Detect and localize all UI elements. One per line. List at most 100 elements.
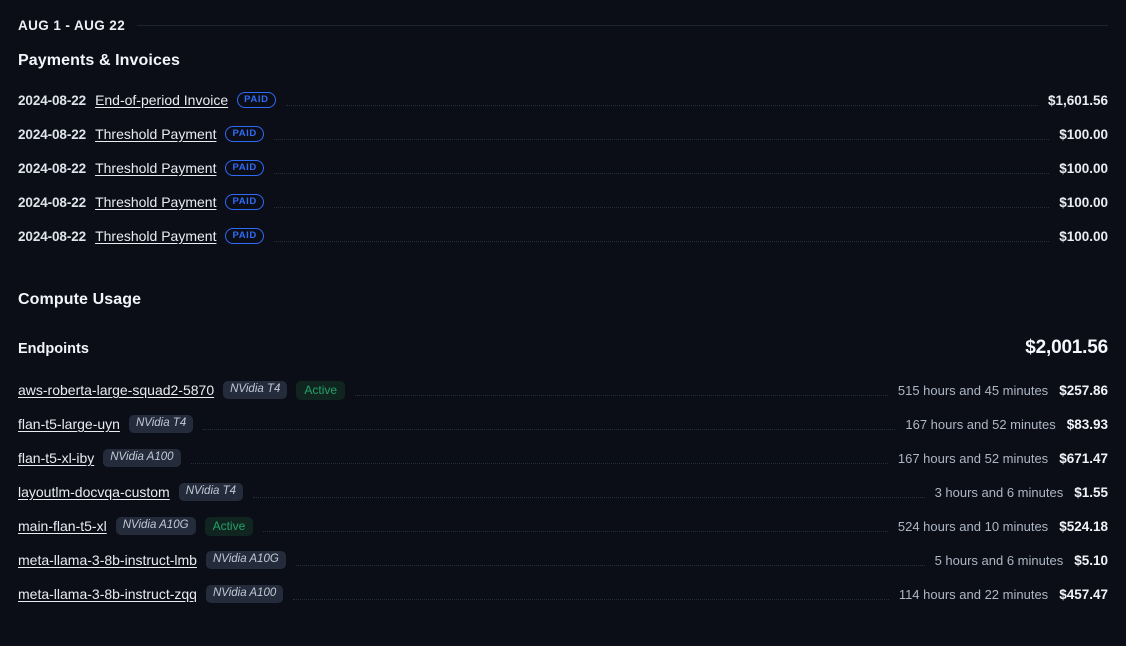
leader-line	[190, 462, 888, 464]
payment-row-left: 2024-08-22 Threshold Payment PAID	[18, 194, 264, 210]
endpoint-row: aws-roberta-large-squad2-5870 NVidia T4 Ac…	[18, 373, 1108, 407]
endpoint-row: layoutlm-docvqa-custom NVidia T4 3 hours a…	[18, 475, 1108, 509]
endpoint-duration: 167 hours and 52 minutes	[897, 450, 1049, 466]
endpoint-row-right: 515 hours and 45 minutes $257.86	[898, 383, 1108, 398]
endpoint-gpu-badge: NVidia T4	[128, 414, 194, 434]
endpoint-row: meta-llama-3-8b-instruct-lmb NVidia A10G 5…	[18, 543, 1108, 577]
payment-status-badge[interactable]: PAID	[225, 228, 264, 244]
endpoint-name-link[interactable]: flan-t5-xl-iby	[18, 450, 94, 466]
payment-row: 2024-08-22 Threshold Payment PAID $100.00	[18, 151, 1108, 185]
compute-usage-section: Compute Usage Endpoints $2,001.56 aws-ro…	[18, 291, 1108, 611]
endpoint-amount: $1.55	[1074, 484, 1108, 500]
endpoint-gpu-badge: NVidia A100	[205, 584, 284, 604]
endpoint-gpu-badge: NVidia A10G	[115, 516, 196, 536]
endpoint-duration: 5 hours and 6 minutes	[934, 552, 1064, 568]
endpoint-amount: $524.18	[1059, 518, 1108, 534]
endpoint-row: flan-t5-large-uyn NVidia T4 167 hours and …	[18, 407, 1108, 441]
endpoint-amount: $257.86	[1059, 382, 1108, 398]
endpoint-amount: $83.93	[1066, 416, 1108, 432]
endpoint-amount: $5.10	[1074, 552, 1108, 568]
endpoints-total-amount: $2,001.56	[1025, 337, 1108, 358]
billing-period-label: AUG 1 - AUG 22	[18, 18, 126, 33]
endpoint-row-right: 167 hours and 52 minutes $671.47	[898, 451, 1108, 466]
endpoint-name-link[interactable]: main-flan-t5-xl	[18, 518, 107, 534]
endpoint-row-left: meta-llama-3-8b-instruct-lmb NVidia A10G	[18, 550, 286, 570]
payments-section-title: Payments & Invoices	[18, 52, 180, 69]
payment-name-link[interactable]: Threshold Payment	[95, 126, 216, 142]
endpoint-name-link[interactable]: flan-t5-large-uyn	[18, 416, 120, 432]
leader-line	[253, 496, 925, 498]
payment-date: 2024-08-22	[18, 194, 87, 210]
payment-amount: $100.00	[1059, 126, 1108, 142]
payment-status-badge[interactable]: PAID	[225, 160, 264, 176]
header-divider	[137, 25, 1108, 26]
payment-row-right: $100.00	[1059, 161, 1108, 176]
endpoint-row-right: 5 hours and 6 minutes $5.10	[935, 553, 1108, 568]
payment-name-link[interactable]: Threshold Payment	[95, 194, 216, 210]
endpoint-row-left: aws-roberta-large-squad2-5870 NVidia T4 Ac…	[18, 380, 346, 400]
leader-line	[273, 206, 1050, 208]
leader-line	[273, 240, 1050, 242]
endpoint-name-link[interactable]: aws-roberta-large-squad2-5870	[18, 382, 214, 398]
endpoint-row-right: 3 hours and 6 minutes $1.55	[935, 485, 1108, 500]
leader-line	[355, 394, 888, 396]
payment-date: 2024-08-22	[18, 228, 87, 244]
endpoint-gpu-badge: NVidia T4	[223, 380, 288, 400]
payment-status-badge[interactable]: PAID	[237, 92, 276, 108]
endpoints-header: Endpoints $2,001.56	[18, 337, 1108, 359]
endpoint-duration: 167 hours and 52 minutes	[905, 416, 1056, 432]
payment-amount: $1,601.56	[1047, 92, 1108, 108]
leader-line	[203, 428, 896, 430]
billing-period-header: AUG 1 - AUG 22	[18, 0, 1108, 33]
payment-status-badge[interactable]: PAID	[225, 194, 264, 210]
payment-date: 2024-08-22	[18, 126, 87, 142]
payment-amount: $100.00	[1059, 194, 1108, 210]
endpoints-list: aws-roberta-large-squad2-5870 NVidia T4 Ac…	[18, 373, 1108, 611]
endpoints-label: Endpoints	[18, 341, 89, 357]
endpoint-gpu-badge: NVidia A100	[103, 448, 181, 468]
payment-name-link[interactable]: Threshold Payment	[95, 228, 216, 244]
payment-row: 2024-08-22 Threshold Payment PAID $100.00	[18, 117, 1108, 151]
endpoint-name-link[interactable]: layoutlm-docvqa-custom	[18, 484, 170, 500]
payment-row: 2024-08-22 Threshold Payment PAID $100.00	[18, 185, 1108, 219]
payment-amount: $100.00	[1059, 228, 1108, 244]
billing-page: AUG 1 - AUG 22 Payments & Invoices 2024-…	[0, 0, 1126, 646]
endpoint-duration: 3 hours and 6 minutes	[934, 484, 1064, 500]
payment-name-link[interactable]: Threshold Payment	[95, 160, 216, 176]
payment-row-right: $100.00	[1059, 229, 1108, 244]
endpoint-duration: 524 hours and 10 minutes	[897, 518, 1049, 534]
endpoint-gpu-badge: NVidia A10G	[205, 550, 286, 570]
payment-row-left: 2024-08-22 Threshold Payment PAID	[18, 228, 264, 244]
endpoint-row: meta-llama-3-8b-instruct-zqq NVidia A100 1…	[18, 577, 1108, 611]
endpoint-gpu-badge: NVidia T4	[178, 482, 244, 502]
endpoint-name-link[interactable]: meta-llama-3-8b-instruct-zqq	[18, 586, 197, 602]
payments-list: 2024-08-22 End-of-period Invoice PAID $1,60…	[18, 83, 1108, 253]
payment-status-badge[interactable]: PAID	[225, 126, 264, 142]
endpoint-row-left: main-flan-t5-xl NVidia A10G Active	[18, 516, 254, 536]
endpoint-status-badge: Active	[204, 516, 254, 536]
payment-date: 2024-08-22	[18, 92, 87, 108]
payment-row-left: 2024-08-22 Threshold Payment PAID	[18, 160, 264, 176]
payment-date: 2024-08-22	[18, 160, 87, 176]
endpoint-row-left: flan-t5-large-uyn NVidia T4	[18, 414, 194, 434]
endpoint-amount: $671.47	[1059, 450, 1108, 466]
payment-row-left: 2024-08-22 Threshold Payment PAID	[18, 126, 264, 142]
endpoint-name-link[interactable]: meta-llama-3-8b-instruct-lmb	[18, 552, 197, 568]
leader-line	[273, 138, 1050, 140]
leader-line	[293, 598, 889, 600]
compute-usage-title: Compute Usage	[18, 291, 142, 308]
endpoint-duration: 515 hours and 45 minutes	[897, 382, 1049, 398]
leader-line	[273, 172, 1050, 174]
endpoint-row-left: layoutlm-docvqa-custom NVidia T4	[18, 482, 244, 502]
payment-row-left: 2024-08-22 End-of-period Invoice PAID	[18, 92, 276, 108]
endpoint-row-right: 114 hours and 22 minutes $457.47	[899, 587, 1108, 602]
payment-row: 2024-08-22 Threshold Payment PAID $100.00	[18, 219, 1108, 253]
payment-row-right: $100.00	[1059, 195, 1108, 210]
endpoint-row-right: 524 hours and 10 minutes $524.18	[898, 519, 1108, 534]
endpoint-row: flan-t5-xl-iby NVidia A100 167 hours and 5…	[18, 441, 1108, 475]
payment-name-link[interactable]: End-of-period Invoice	[95, 92, 228, 108]
endpoint-duration: 114 hours and 22 minutes	[898, 586, 1049, 602]
endpoint-status-badge: Active	[296, 380, 346, 400]
leader-line	[295, 564, 925, 566]
payment-amount: $100.00	[1059, 160, 1108, 176]
